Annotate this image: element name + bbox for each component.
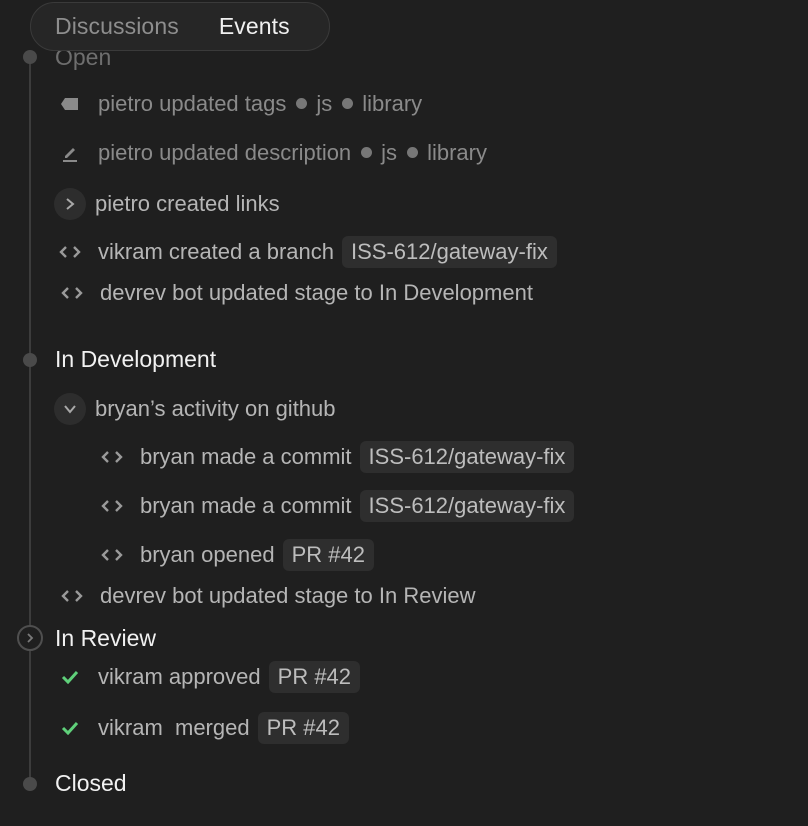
code-icon — [59, 583, 85, 609]
pr-chip[interactable]: PR #42 — [257, 712, 349, 744]
event-commit: bryan made a commit ISS-612/gateway-fix — [99, 490, 575, 522]
event-created-branch: vikram created a branch ISS-612/gateway-… — [57, 236, 557, 268]
event-text: pietro created links — [95, 191, 280, 216]
event-text: vikram approved — [98, 664, 261, 689]
tag-icon — [57, 91, 83, 117]
stage-dot-closed — [23, 777, 37, 791]
tag-label: library — [362, 91, 423, 116]
tab-bar: Discussions Events — [30, 2, 330, 51]
stage-dot-in-development — [23, 353, 37, 367]
branch-chip[interactable]: ISS-612/gateway-fix — [359, 490, 575, 522]
stage-expand-in-review[interactable] — [17, 625, 43, 651]
event-text: bryan made a commit — [140, 493, 352, 518]
tag-label: library — [427, 140, 487, 165]
event-stage-in-development: devrev bot updated stage to In Developme… — [59, 280, 533, 306]
event-approved: vikram approved PR #42 — [57, 661, 361, 693]
tag-dot — [407, 146, 419, 158]
tag-dot — [296, 97, 308, 109]
event-updated-tags: pietro updated tags js library — [57, 91, 422, 117]
chevron-down-icon[interactable] — [54, 393, 86, 425]
stage-in-development-label: In Development — [55, 346, 217, 372]
events-timeline-panel: Discussions Events Open pietro updated t… — [0, 0, 808, 826]
edit-icon — [57, 140, 83, 166]
tab-discussions[interactable]: Discussions — [55, 13, 179, 40]
event-text: vikram merged — [98, 715, 250, 740]
event-stage-in-review: devrev bot updated stage to In Review — [59, 583, 475, 609]
github-activity-group[interactable]: bryan’s activity on github — [54, 393, 336, 425]
check-icon — [57, 664, 83, 690]
event-text: pietro updated description — [98, 140, 352, 165]
code-icon — [57, 239, 83, 265]
event-text: vikram created a branch — [98, 239, 334, 264]
event-merged: vikram merged PR #42 — [57, 712, 349, 744]
tab-events[interactable]: Events — [219, 13, 290, 40]
check-icon — [57, 715, 83, 741]
tag-label: js — [381, 140, 398, 165]
pr-chip[interactable]: PR #42 — [282, 539, 374, 571]
chevron-right-icon — [27, 633, 34, 643]
branch-chip[interactable]: ISS-612/gateway-fix — [359, 441, 575, 473]
tag-dot — [342, 97, 354, 109]
event-pr-opened: bryan opened PR #42 — [99, 539, 374, 571]
stage-in-review-label: In Review — [55, 625, 156, 651]
code-icon — [99, 493, 125, 519]
event-text: devrev bot updated stage to In Developme… — [100, 280, 533, 305]
group-label: bryan’s activity on github — [95, 396, 336, 421]
pr-chip[interactable]: PR #42 — [268, 661, 361, 693]
event-text: bryan made a commit — [140, 444, 352, 469]
tag-dot — [361, 146, 373, 158]
event-commit: bryan made a commit ISS-612/gateway-fix — [99, 441, 575, 473]
tag-label: js — [316, 91, 333, 116]
code-icon — [59, 280, 85, 306]
chevron-right-icon[interactable] — [54, 188, 86, 220]
stage-closed-label: Closed — [55, 770, 127, 796]
event-text: pietro updated tags — [98, 91, 287, 116]
event-created-links[interactable]: pietro created links — [54, 188, 280, 220]
branch-chip[interactable]: ISS-612/gateway-fix — [342, 236, 557, 268]
timeline-line — [29, 52, 31, 785]
event-updated-description: pietro updated description js library — [57, 140, 487, 166]
code-icon — [99, 542, 125, 568]
stage-dot-open — [23, 50, 37, 64]
code-icon — [99, 444, 125, 470]
event-text: devrev bot updated stage to In Review — [100, 583, 476, 608]
event-text: bryan opened — [140, 542, 275, 567]
